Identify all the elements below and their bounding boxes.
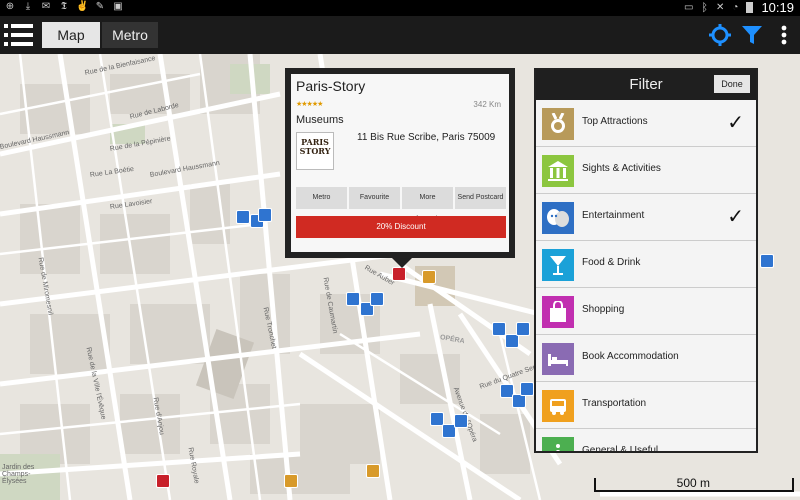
wifi-icon: ◔ <box>732 2 739 13</box>
rating-stars: ★★★★★ <box>296 101 323 108</box>
place-popup: Paris-Story ★★★★★ 342 Km Museums PARIS S… <box>285 68 515 258</box>
download-icon: ⤓ <box>25 1 31 12</box>
filter-item-label: Sights & Activities <box>582 163 661 174</box>
filter-item-food-drink[interactable]: Food & Drink <box>536 241 756 288</box>
mute-icon: ✕ <box>716 2 725 13</box>
send-postcard-button[interactable]: Send Postcard <box>455 187 506 209</box>
view-switcher: Map Metro <box>42 22 158 48</box>
filter-panel: Filter Done Top Attractions ✓ Sights & A… <box>534 68 758 453</box>
app-window: ⊕ ⤓ ✉ 𝕿 ✌ ✎ ▣ ▭ ᛒ ✕ ◔ 10:19 Map Metro Ru… <box>0 0 800 500</box>
bus-icon <box>542 390 574 422</box>
shopping-bag-icon <box>542 296 574 328</box>
gmail-icon: ✉ <box>41 1 51 12</box>
filter-item-transportation[interactable]: Transportation <box>536 382 756 429</box>
filter-item-label: Entertainment <box>582 210 645 221</box>
clock: 10:19 <box>761 0 794 15</box>
overflow-menu-icon[interactable] <box>772 21 796 49</box>
entertainment-marker[interactable] <box>370 292 384 306</box>
top-attraction-marker[interactable] <box>156 474 170 488</box>
done-button[interactable]: Done <box>714 75 750 93</box>
place-distance: 342 Km <box>473 100 501 109</box>
filter-item-label: Book Accommodation <box>582 351 679 362</box>
pen-icon: ✎ <box>95 1 105 12</box>
sights-marker[interactable] <box>366 464 380 478</box>
entertainment-marker[interactable] <box>492 322 506 336</box>
entertainment-marker[interactable] <box>454 414 468 428</box>
check-icon: ✓ <box>727 112 744 134</box>
popup-actions: Metro Favourite More Information Send Po… <box>296 187 506 223</box>
filter-item-label: Top Attractions <box>582 116 648 127</box>
bluetooth-icon: ᛒ <box>701 1 709 14</box>
place-category: Museums <box>296 114 344 126</box>
map-scale-label: 500 m <box>676 476 710 490</box>
filter-item-shopping[interactable]: Shopping <box>536 288 756 335</box>
list-menu-icon[interactable] <box>4 20 34 50</box>
battery-saver-icon: ▭ <box>683 2 694 13</box>
info-icon <box>542 437 574 451</box>
sights-marker[interactable] <box>284 474 298 488</box>
museum-icon <box>542 155 574 187</box>
top-attraction-marker[interactable] <box>392 267 406 281</box>
entertainment-marker[interactable] <box>520 382 534 396</box>
entertainment-marker[interactable] <box>346 292 360 306</box>
entertainment-marker[interactable] <box>760 254 774 268</box>
filter-item-label: Transportation <box>582 398 647 409</box>
place-title: Paris-Story <box>296 78 366 94</box>
filter-item-label: Shopping <box>582 304 625 315</box>
tab-map[interactable]: Map <box>42 22 100 48</box>
entertainment-marker[interactable] <box>505 334 519 348</box>
status-bar: ⊕ ⤓ ✉ 𝕿 ✌ ✎ ▣ ▭ ᛒ ✕ ◔ 10:19 <box>0 0 800 16</box>
filter-icon[interactable] <box>740 21 764 49</box>
image-icon: ▣ <box>113 1 123 12</box>
filter-header: Filter Done <box>536 70 756 100</box>
battery-icon <box>746 2 754 13</box>
favourite-button[interactable]: Favourite <box>349 187 400 209</box>
entertainment-marker[interactable] <box>512 394 526 408</box>
place-logo: PARIS STORY <box>296 132 334 170</box>
filter-item-sights-activities[interactable]: Sights & Activities <box>536 147 756 194</box>
theatre-masks-icon <box>542 202 574 234</box>
filter-item-label: General & Useful <box>582 445 659 453</box>
filter-item-label: Food & Drink <box>582 257 641 268</box>
news-icon: 𝕿 <box>60 1 68 12</box>
entertainment-marker[interactable] <box>258 208 272 222</box>
drink-icon <box>542 249 574 281</box>
discount-button[interactable]: 20% Discount <box>296 216 506 238</box>
app-bar: Map Metro <box>0 16 800 54</box>
bed-icon <box>542 343 574 375</box>
popup-pointer <box>390 256 414 268</box>
street-label: Jardin des Champs-Élysées <box>2 464 35 485</box>
entertainment-marker[interactable] <box>236 210 250 224</box>
locate-icon[interactable] <box>708 21 732 49</box>
tab-metro[interactable]: Metro <box>102 22 158 48</box>
sights-marker[interactable] <box>422 270 436 284</box>
filter-item-entertainment[interactable]: Entertainment ✓ <box>536 194 756 241</box>
metro-button[interactable]: Metro <box>296 187 347 209</box>
medal-icon <box>542 108 574 140</box>
place-address: 11 Bis Rue Scribe, Paris 75009 <box>357 132 496 143</box>
location-icon: ⊕ <box>5 1 15 12</box>
entertainment-marker[interactable] <box>516 322 530 336</box>
more-information-button[interactable]: More Information <box>402 187 453 223</box>
thumbs-icon: ✌ <box>76 1 89 12</box>
filter-item-general-useful[interactable]: General & Useful <box>536 429 756 453</box>
filter-item-book-accommodation[interactable]: Book Accommodation <box>536 335 756 382</box>
check-icon: ✓ <box>727 206 744 228</box>
filter-item-top-attractions[interactable]: Top Attractions ✓ <box>536 100 756 147</box>
